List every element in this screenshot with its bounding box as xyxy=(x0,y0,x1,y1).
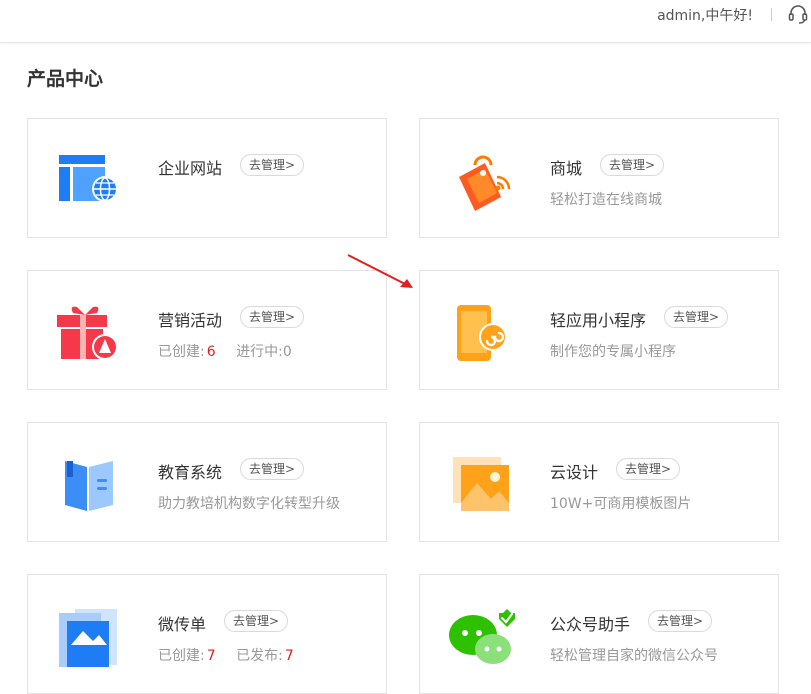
mini-program-icon xyxy=(457,305,507,361)
product-card-miniprogram[interactable]: 轻应用小程序 去管理> 制作您的专属小程序 xyxy=(419,270,779,390)
product-card-mall[interactable]: 商城 去管理> 轻松打造在线商城 xyxy=(419,118,779,238)
card-description: 轻松打造在线商城 xyxy=(550,192,662,208)
gift-icon xyxy=(57,306,118,360)
product-card-website[interactable]: 企业网站 去管理> xyxy=(27,118,387,238)
header-divider xyxy=(771,8,772,21)
manage-button-miniprogram[interactable]: 去管理> xyxy=(664,306,729,328)
card-title: 营销活动 xyxy=(158,311,223,330)
card-description: 助力教培机构数字化转型升级 xyxy=(158,496,340,512)
created-label: 已创建: xyxy=(158,344,205,360)
card-title: 轻应用小程序 xyxy=(550,311,647,330)
image-gallery-icon xyxy=(453,457,509,511)
card-title: 商城 xyxy=(550,159,583,178)
product-card-official-account[interactable]: 公众号助手 去管理> 轻松管理自家的微信公众号 xyxy=(419,574,779,694)
card-description: 10W+可商用模板图片 xyxy=(550,496,692,512)
card-stats: 已创建: 6 进行中:0 xyxy=(158,341,292,361)
website-globe-icon xyxy=(59,155,118,202)
card-title: 云设计 xyxy=(550,463,599,482)
card-description: 轻松管理自家的微信公众号 xyxy=(550,648,718,664)
manage-button-website[interactable]: 去管理> xyxy=(240,154,305,176)
created-label: 已创建: xyxy=(158,648,205,664)
card-title: 公众号助手 xyxy=(550,615,631,634)
user-greeting[interactable]: admin,中午好! xyxy=(657,5,753,25)
card-title: 企业网站 xyxy=(158,159,223,178)
manage-button-official-account[interactable]: 去管理> xyxy=(648,610,713,632)
ongoing-count: 0 xyxy=(282,344,292,360)
created-count: 7 xyxy=(206,648,216,664)
manage-button-mall[interactable]: 去管理> xyxy=(600,154,665,176)
annotation-arrow-icon xyxy=(347,254,413,288)
card-description: 制作您的专属小程序 xyxy=(550,344,676,360)
published-count: 7 xyxy=(284,648,294,664)
product-card-clouddesign[interactable]: 云设计 去管理> 10W+可商用模板图片 xyxy=(419,422,779,542)
created-count: 6 xyxy=(206,344,216,360)
shopping-bag-icon xyxy=(459,155,511,211)
published-label: 已发布: xyxy=(236,648,283,664)
product-card-weflyer[interactable]: 微传单 去管理> 已创建: 7 已发布: 7 xyxy=(27,574,387,694)
page-title: 产品中心 xyxy=(27,68,104,90)
top-bar: admin,中午好! xyxy=(0,0,811,43)
manage-button-marketing[interactable]: 去管理> xyxy=(240,306,305,328)
manage-button-weflyer[interactable]: 去管理> xyxy=(224,610,289,632)
ongoing-label: 进行中: xyxy=(236,344,283,360)
manage-button-clouddesign[interactable]: 去管理> xyxy=(616,458,681,480)
wechat-icon xyxy=(449,609,515,664)
manage-button-education[interactable]: 去管理> xyxy=(240,458,305,480)
product-card-marketing[interactable]: 营销活动 去管理> 已创建: 6 进行中:0 xyxy=(27,270,387,390)
headset-icon[interactable] xyxy=(787,3,809,25)
card-title: 微传单 xyxy=(158,615,207,634)
flyer-image-icon xyxy=(59,609,117,667)
card-title: 教育系统 xyxy=(158,463,223,482)
card-stats: 已创建: 7 已发布: 7 xyxy=(158,645,300,665)
book-icon xyxy=(65,461,113,511)
product-card-education[interactable]: 教育系统 去管理> 助力教培机构数字化转型升级 xyxy=(27,422,387,542)
